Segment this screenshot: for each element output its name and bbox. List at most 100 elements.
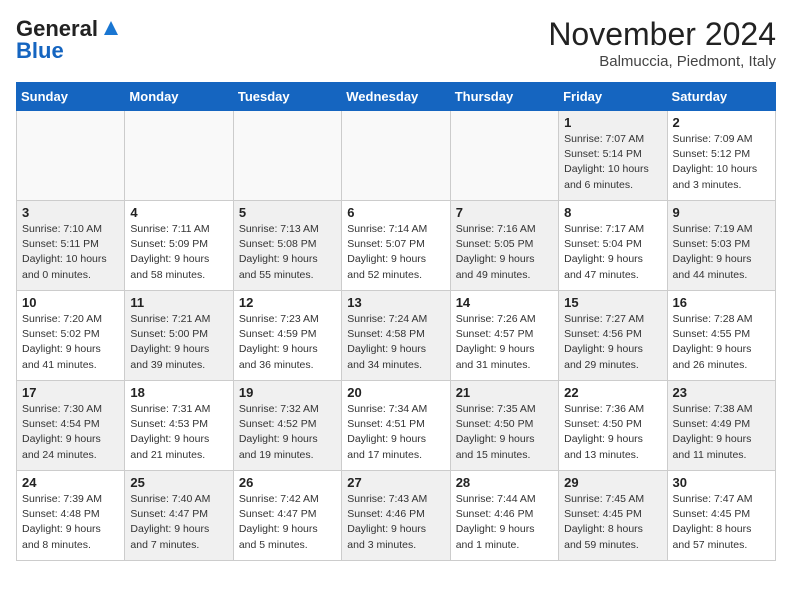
calendar-cell [450, 111, 558, 201]
day-info: Sunrise: 7:47 AM Sunset: 4:45 PM Dayligh… [673, 492, 770, 553]
day-number: 27 [347, 475, 444, 490]
calendar-header-row: SundayMondayTuesdayWednesdayThursdayFrid… [17, 83, 776, 111]
calendar-header-friday: Friday [559, 83, 667, 111]
day-info: Sunrise: 7:13 AM Sunset: 5:08 PM Dayligh… [239, 222, 336, 283]
calendar-cell: 14 Sunrise: 7:26 AM Sunset: 4:57 PM Dayli… [450, 291, 558, 381]
day-info: Sunrise: 7:38 AM Sunset: 4:49 PM Dayligh… [673, 402, 770, 463]
day-number: 28 [456, 475, 553, 490]
calendar-header-wednesday: Wednesday [342, 83, 450, 111]
calendar-cell: 12 Sunrise: 7:23 AM Sunset: 4:59 PM Dayli… [233, 291, 341, 381]
calendar-cell: 28Sunrise: 7:44 AM Sunset: 4:46 PM Dayli… [450, 471, 558, 561]
day-number: 10 [22, 295, 119, 310]
calendar-cell: 9Sunrise: 7:19 AM Sunset: 5:03 PM Daylig… [667, 201, 775, 291]
day-info: Sunrise: 7:10 AM Sunset: 5:11 PM Dayligh… [22, 222, 119, 283]
calendar-cell: 2Sunrise: 7:09 AM Sunset: 5:12 PM Daylig… [667, 111, 775, 201]
calendar-cell: 21 Sunrise: 7:35 AM Sunset: 4:50 PM Dayli… [450, 381, 558, 471]
day-info: Sunrise: 7:36 AM Sunset: 4:50 PM Dayligh… [564, 402, 661, 463]
calendar-cell: 10 Sunrise: 7:20 AM Sunset: 5:02 PM Dayli… [17, 291, 125, 381]
day-info: Sunrise: 7:20 AM Sunset: 5:02 PM Dayligh… [22, 312, 119, 373]
day-number: 5 [239, 205, 336, 220]
day-number: 13 [347, 295, 444, 310]
day-info: Sunrise: 7:23 AM Sunset: 4:59 PM Dayligh… [239, 312, 336, 373]
calendar-cell: 26Sunrise: 7:42 AM Sunset: 4:47 PM Dayli… [233, 471, 341, 561]
calendar-cell [342, 111, 450, 201]
title-block: November 2024 Balmuccia, Piedmont, Italy [548, 16, 776, 70]
calendar-cell: 29 Sunrise: 7:45 AM Sunset: 4:45 PM Dayli… [559, 471, 667, 561]
day-number: 11 [130, 295, 227, 310]
day-number: 12 [239, 295, 336, 310]
day-info: Sunrise: 7:07 AM Sunset: 5:14 PM Dayligh… [564, 132, 661, 193]
calendar-cell: 18 Sunrise: 7:31 AM Sunset: 4:53 PM Dayli… [125, 381, 233, 471]
calendar-header-thursday: Thursday [450, 83, 558, 111]
calendar-cell: 17 Sunrise: 7:30 AM Sunset: 4:54 PM Dayli… [17, 381, 125, 471]
day-number: 17 [22, 385, 119, 400]
logo-icon [100, 17, 122, 39]
calendar-table: SundayMondayTuesdayWednesdayThursdayFrid… [16, 82, 776, 561]
day-number: 14 [456, 295, 553, 310]
day-number: 6 [347, 205, 444, 220]
day-number: 3 [22, 205, 119, 220]
calendar-cell: 30 Sunrise: 7:47 AM Sunset: 4:45 PM Dayli… [667, 471, 775, 561]
calendar-header-monday: Monday [125, 83, 233, 111]
day-number: 19 [239, 385, 336, 400]
day-info: Sunrise: 7:28 AM Sunset: 4:55 PM Dayligh… [673, 312, 770, 373]
calendar-header-tuesday: Tuesday [233, 83, 341, 111]
day-number: 8 [564, 205, 661, 220]
day-info: Sunrise: 7:39 AM Sunset: 4:48 PM Dayligh… [22, 492, 119, 553]
logo-blue: Blue [16, 38, 64, 64]
day-info: Sunrise: 7:16 AM Sunset: 5:05 PM Dayligh… [456, 222, 553, 283]
day-info: Sunrise: 7:21 AM Sunset: 5:00 PM Dayligh… [130, 312, 227, 373]
day-info: Sunrise: 7:14 AM Sunset: 5:07 PM Dayligh… [347, 222, 444, 283]
day-info: Sunrise: 7:35 AM Sunset: 4:50 PM Dayligh… [456, 402, 553, 463]
day-info: Sunrise: 7:09 AM Sunset: 5:12 PM Dayligh… [673, 132, 770, 193]
day-info: Sunrise: 7:11 AM Sunset: 5:09 PM Dayligh… [130, 222, 227, 283]
location-subtitle: Balmuccia, Piedmont, Italy [548, 53, 776, 70]
day-number: 21 [456, 385, 553, 400]
calendar-cell: 3 Sunrise: 7:10 AM Sunset: 5:11 PM Daylig… [17, 201, 125, 291]
day-number: 18 [130, 385, 227, 400]
day-number: 1 [564, 115, 661, 130]
day-number: 23 [673, 385, 770, 400]
calendar-cell: 24Sunrise: 7:39 AM Sunset: 4:48 PM Dayli… [17, 471, 125, 561]
calendar-cell: 7 Sunrise: 7:16 AM Sunset: 5:05 PM Daylig… [450, 201, 558, 291]
calendar-cell: 11 Sunrise: 7:21 AM Sunset: 5:00 PM Dayli… [125, 291, 233, 381]
day-number: 16 [673, 295, 770, 310]
calendar-cell: 22 Sunrise: 7:36 AM Sunset: 4:50 PM Dayli… [559, 381, 667, 471]
logo: General Blue [16, 16, 122, 64]
calendar-week-row: 24Sunrise: 7:39 AM Sunset: 4:48 PM Dayli… [17, 471, 776, 561]
day-number: 26 [239, 475, 336, 490]
calendar-cell: 5 Sunrise: 7:13 AM Sunset: 5:08 PM Daylig… [233, 201, 341, 291]
day-info: Sunrise: 7:30 AM Sunset: 4:54 PM Dayligh… [22, 402, 119, 463]
page-header: General Blue November 2024 Balmuccia, Pi… [16, 16, 776, 70]
day-number: 22 [564, 385, 661, 400]
calendar-cell: 16 Sunrise: 7:28 AM Sunset: 4:55 PM Dayli… [667, 291, 775, 381]
calendar-cell: 19Sunrise: 7:32 AM Sunset: 4:52 PM Dayli… [233, 381, 341, 471]
day-info: Sunrise: 7:31 AM Sunset: 4:53 PM Dayligh… [130, 402, 227, 463]
day-info: Sunrise: 7:27 AM Sunset: 4:56 PM Dayligh… [564, 312, 661, 373]
day-info: Sunrise: 7:45 AM Sunset: 4:45 PM Dayligh… [564, 492, 661, 553]
day-number: 29 [564, 475, 661, 490]
calendar-cell: 20Sunrise: 7:34 AM Sunset: 4:51 PM Dayli… [342, 381, 450, 471]
calendar-header-saturday: Saturday [667, 83, 775, 111]
calendar-cell: 23 Sunrise: 7:38 AM Sunset: 4:49 PM Dayli… [667, 381, 775, 471]
calendar-cell: 1 Sunrise: 7:07 AM Sunset: 5:14 PM Daylig… [559, 111, 667, 201]
calendar-week-row: 10 Sunrise: 7:20 AM Sunset: 5:02 PM Dayli… [17, 291, 776, 381]
calendar-cell [125, 111, 233, 201]
day-number: 7 [456, 205, 553, 220]
day-info: Sunrise: 7:17 AM Sunset: 5:04 PM Dayligh… [564, 222, 661, 283]
calendar-cell [17, 111, 125, 201]
calendar-header-sunday: Sunday [17, 83, 125, 111]
calendar-cell: 15Sunrise: 7:27 AM Sunset: 4:56 PM Dayli… [559, 291, 667, 381]
calendar-cell: 4Sunrise: 7:11 AM Sunset: 5:09 PM Daylig… [125, 201, 233, 291]
day-info: Sunrise: 7:26 AM Sunset: 4:57 PM Dayligh… [456, 312, 553, 373]
day-info: Sunrise: 7:40 AM Sunset: 4:47 PM Dayligh… [130, 492, 227, 553]
calendar-cell: 27Sunrise: 7:43 AM Sunset: 4:46 PM Dayli… [342, 471, 450, 561]
day-number: 20 [347, 385, 444, 400]
day-number: 30 [673, 475, 770, 490]
calendar-cell: 13Sunrise: 7:24 AM Sunset: 4:58 PM Dayli… [342, 291, 450, 381]
month-year-title: November 2024 [548, 16, 776, 53]
day-info: Sunrise: 7:19 AM Sunset: 5:03 PM Dayligh… [673, 222, 770, 283]
calendar-week-row: 1 Sunrise: 7:07 AM Sunset: 5:14 PM Daylig… [17, 111, 776, 201]
calendar-cell: 8 Sunrise: 7:17 AM Sunset: 5:04 PM Daylig… [559, 201, 667, 291]
calendar-cell [233, 111, 341, 201]
